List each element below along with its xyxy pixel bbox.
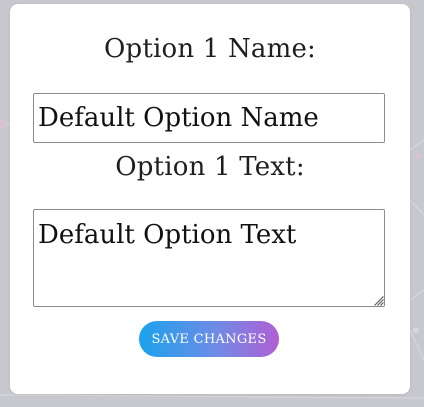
option-name-input[interactable] bbox=[33, 93, 385, 143]
option-text-textarea[interactable]: Default Option Text bbox=[33, 209, 385, 307]
option-name-label: Option 1 Name: bbox=[103, 34, 317, 64]
save-changes-button[interactable]: SAVE CHANGES bbox=[139, 321, 279, 357]
option-text-label: Option 1 Text: bbox=[115, 152, 305, 182]
option-editor-card: Option 1 Name: Option 1 Text: Default Op… bbox=[10, 4, 410, 394]
resize-grip-icon[interactable] bbox=[374, 296, 384, 306]
